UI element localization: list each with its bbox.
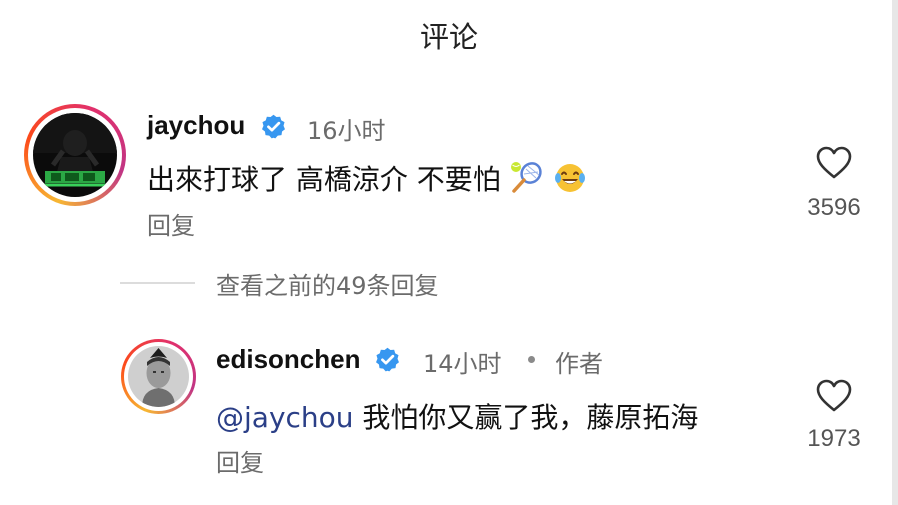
avatar[interactable]	[24, 104, 126, 206]
like-count: 1973	[807, 425, 861, 452]
view-previous-replies-button[interactable]: 查看之前的49条回复	[216, 266, 439, 301]
reply-button[interactable]: 回复	[147, 206, 195, 241]
replies-divider	[120, 282, 195, 284]
tennis-racket-icon	[510, 162, 542, 193]
like-heart-icon[interactable]	[816, 379, 852, 413]
avatar[interactable]	[121, 339, 196, 414]
like-count: 3596	[807, 194, 861, 221]
avatar-image	[128, 346, 189, 407]
reply-text: 我怕你又赢了我，藤原拓海	[353, 401, 699, 434]
comment-time: 16小时	[307, 117, 386, 145]
reply-time: 14小时	[423, 350, 502, 378]
laughing-tears-icon	[554, 164, 585, 192]
reply-text-row: @jaychou 我怕你又赢了我，藤原拓海	[216, 396, 698, 436]
avatar-image	[33, 113, 117, 197]
scrollbar[interactable]	[892, 0, 898, 505]
comment-username[interactable]: jaychou	[147, 110, 245, 141]
reply-username[interactable]: edisonchen	[216, 344, 360, 375]
verified-badge-icon	[262, 114, 285, 139]
page-title: 评论	[419, 20, 478, 54]
author-tag: 作者	[555, 350, 603, 378]
like-heart-icon[interactable]	[816, 146, 852, 180]
comment-text: 出來打球了 高橋涼介 不要怕	[147, 163, 501, 196]
comment-text-row: 出來打球了 高橋涼介 不要怕	[147, 158, 587, 198]
reply-button[interactable]: 回复	[216, 443, 264, 478]
separator-dot	[528, 356, 535, 363]
verified-badge-icon	[376, 347, 399, 372]
mention-link[interactable]: @jaychou	[216, 401, 354, 434]
